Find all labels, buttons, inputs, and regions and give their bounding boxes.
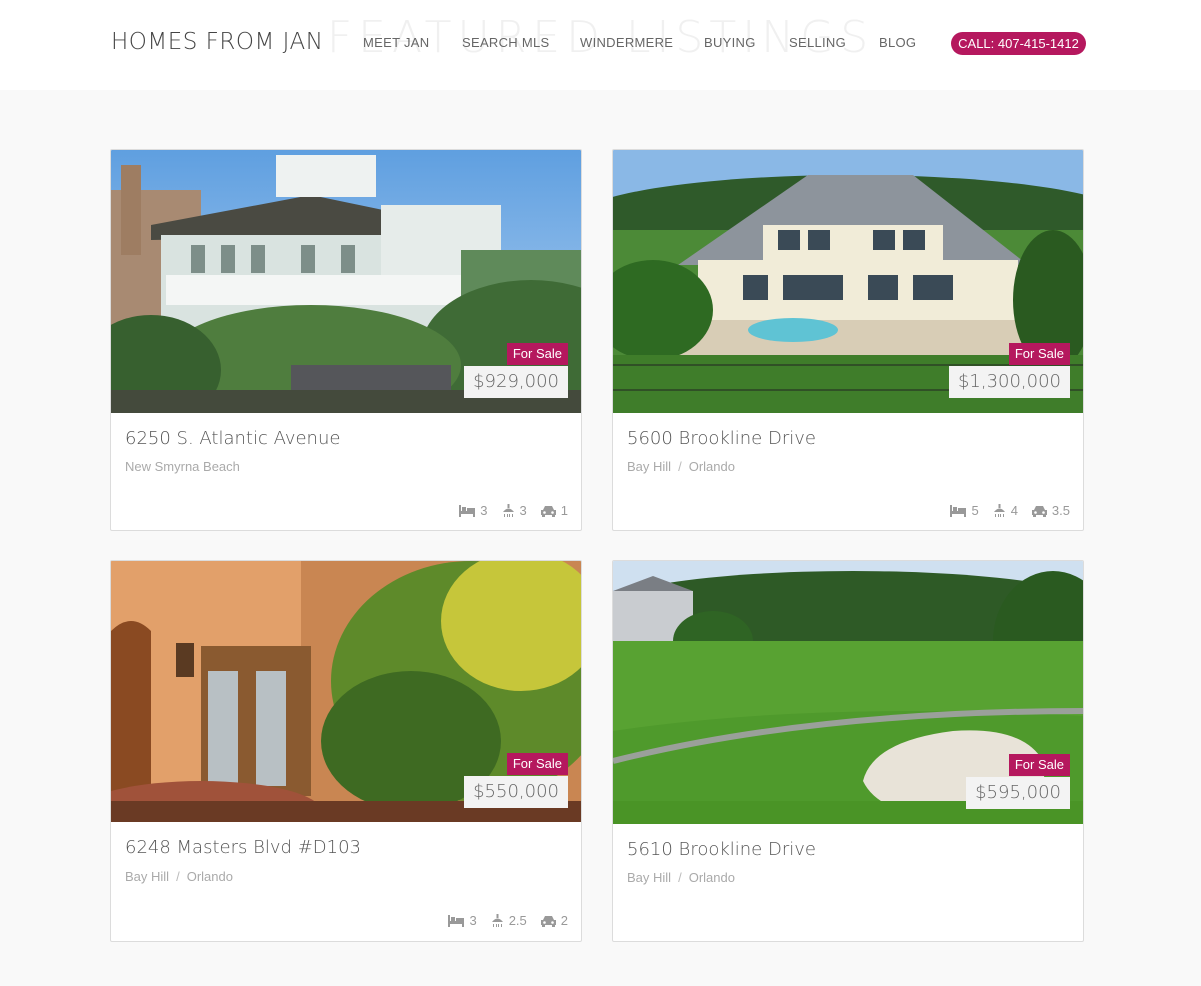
locale-city: Orlando (186, 869, 233, 884)
nav-meet-jan[interactable]: MEET JAN (363, 35, 429, 50)
garage-feature: 2 (540, 913, 568, 928)
car-icon (540, 505, 556, 517)
beds-count: 5 (971, 503, 979, 518)
listing-photo[interactable]: For Sale $595,000 (613, 561, 1083, 824)
beds-feature: 3 (448, 913, 477, 928)
garage-count: 2 (560, 913, 568, 928)
shower-icon (491, 913, 503, 927)
shower-icon (502, 503, 514, 517)
price-label: $550,000 (464, 776, 568, 808)
locale-neighborhood: Bay Hill (627, 870, 672, 885)
baths-feature: 4 (993, 503, 1018, 518)
status-badge: For Sale (506, 343, 568, 365)
baths-feature: 3 (502, 503, 527, 518)
listing-locale: Bay Hill / Orlando (627, 459, 735, 474)
baths-count: 4 (1010, 503, 1018, 518)
listing-features: 3 3 1 (459, 503, 568, 518)
garage-count: 1 (560, 503, 568, 518)
nav-buying[interactable]: BUYING (704, 35, 756, 50)
car-icon (1031, 505, 1047, 517)
bed-icon (459, 504, 476, 517)
locale-city: Orlando (688, 459, 735, 474)
locale-separator: / (678, 870, 682, 885)
nav-selling[interactable]: SELLING (789, 35, 846, 50)
listing-card[interactable]: For Sale $929,000 6250 S. Atlantic Avenu… (110, 149, 582, 531)
baths-count: 2.5 (508, 913, 527, 928)
bed-icon (448, 914, 465, 927)
garage-count: 3.5 (1051, 503, 1070, 518)
listing-card[interactable]: For Sale $550,000 6248 Masters Blvd #D10… (110, 560, 582, 942)
beds-feature: 5 (950, 503, 979, 518)
locale-city: Orlando (688, 870, 735, 885)
status-badge: For Sale (1008, 343, 1070, 365)
baths-count: 3 (519, 503, 527, 518)
listing-photo[interactable]: For Sale $929,000 (111, 150, 581, 413)
price-label: $929,000 (464, 366, 568, 398)
locale-city: New Smyrna Beach (125, 459, 240, 474)
listing-card[interactable]: For Sale $595,000 5610 Brookline Drive B… (612, 560, 1084, 942)
nav-blog[interactable]: BLOG (879, 35, 916, 50)
listing-address[interactable]: 5600 Brookline Drive (627, 428, 816, 449)
listing-address[interactable]: 6250 S. Atlantic Avenue (125, 428, 340, 449)
site-header: FEATURED LISTINGS HOMES FROM JAN MEET JA… (0, 0, 1201, 90)
listing-address[interactable]: 6248 Masters Blvd #D103 (125, 837, 361, 858)
locale-neighborhood: Bay Hill (125, 869, 170, 884)
price-label: $595,000 (966, 777, 1070, 809)
listing-photo[interactable]: For Sale $1,300,000 (613, 150, 1083, 413)
shower-icon (993, 503, 1005, 517)
locale-separator: / (678, 459, 682, 474)
listing-photo[interactable]: For Sale $550,000 (111, 561, 581, 822)
listing-card[interactable]: For Sale $1,300,000 5600 Brookline Drive… (612, 149, 1084, 531)
locale-neighborhood: Bay Hill (627, 459, 672, 474)
listing-locale: Bay Hill / Orlando (125, 869, 233, 884)
site-logo[interactable]: HOMES FROM JAN (111, 29, 323, 55)
listing-address[interactable]: 5610 Brookline Drive (627, 839, 816, 860)
nav-windermere[interactable]: WINDERMERE (580, 35, 673, 50)
status-badge: For Sale (506, 753, 568, 775)
call-button[interactable]: CALL: 407-415-1412 (951, 32, 1086, 55)
price-label: $1,300,000 (948, 366, 1070, 398)
beds-feature: 3 (459, 503, 488, 518)
garage-feature: 3.5 (1031, 503, 1070, 518)
listing-features: 5 4 3.5 (950, 503, 1070, 518)
listing-locale: Bay Hill / Orlando (627, 870, 735, 885)
listing-features: 3 2.5 2 (448, 913, 568, 928)
beds-count: 3 (469, 913, 477, 928)
locale-separator: / (176, 869, 180, 884)
listing-locale: New Smyrna Beach (125, 459, 240, 474)
bed-icon (950, 504, 967, 517)
status-badge: For Sale (1008, 754, 1070, 776)
nav-search-mls[interactable]: SEARCH MLS (462, 35, 550, 50)
beds-count: 3 (480, 503, 488, 518)
car-icon (540, 915, 556, 927)
garage-feature: 1 (540, 503, 568, 518)
baths-feature: 2.5 (491, 913, 527, 928)
